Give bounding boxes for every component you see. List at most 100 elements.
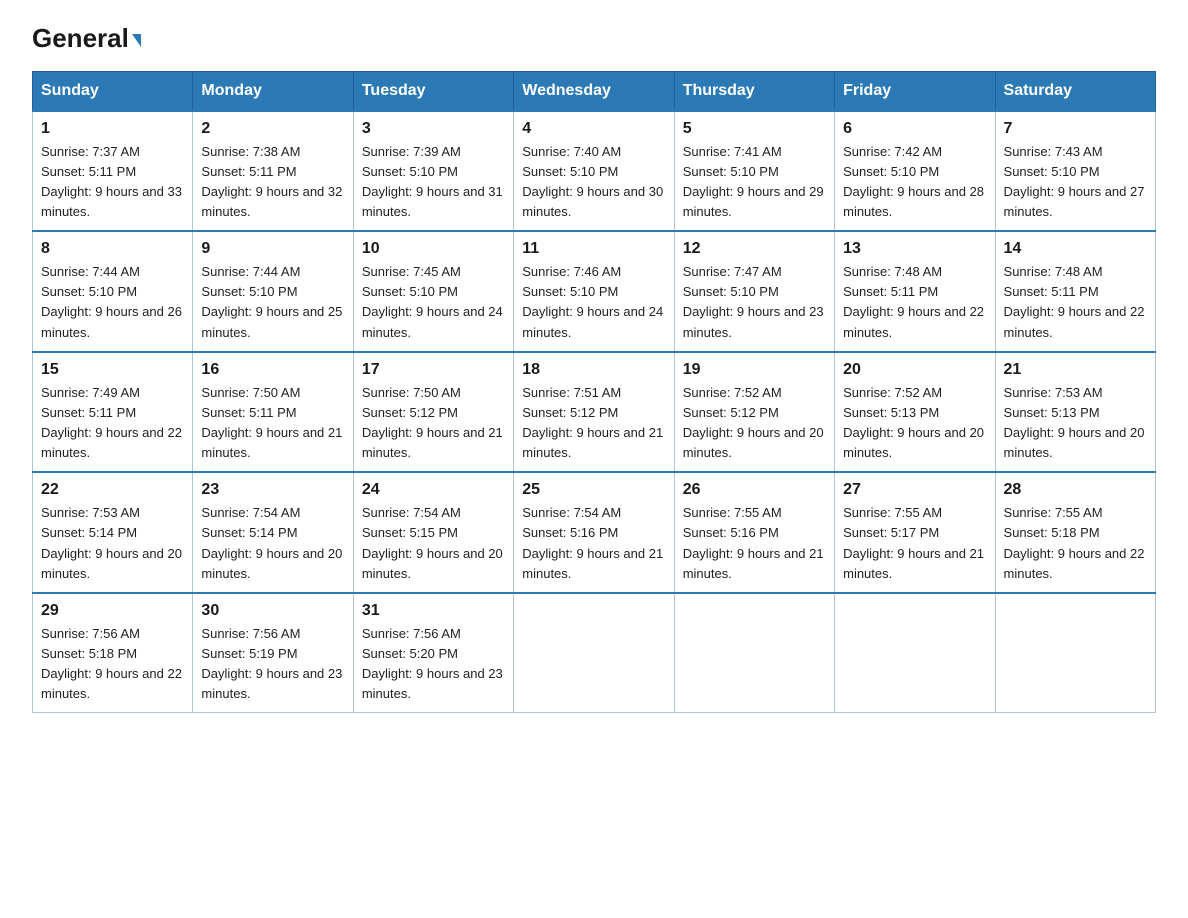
day-number: 1 xyxy=(41,120,184,138)
day-number: 24 xyxy=(362,481,505,499)
day-number: 18 xyxy=(522,361,665,379)
logo: General xyxy=(32,24,141,53)
day-info: Sunrise: 7:49 AMSunset: 5:11 PMDaylight:… xyxy=(41,385,182,460)
day-number: 3 xyxy=(362,120,505,138)
calendar-cell: 2 Sunrise: 7:38 AMSunset: 5:11 PMDaylight… xyxy=(193,111,353,232)
logo-line1: General xyxy=(32,24,141,53)
header-day-sunday: Sunday xyxy=(33,71,193,111)
day-number: 8 xyxy=(41,240,184,258)
calendar-cell: 23Sunrise: 7:54 AMSunset: 5:14 PMDayligh… xyxy=(193,472,353,593)
day-info: Sunrise: 7:45 AMSunset: 5:10 PMDaylight:… xyxy=(362,264,503,339)
day-info: Sunrise: 7:55 AMSunset: 5:18 PMDaylight:… xyxy=(1004,505,1145,580)
header-day-thursday: Thursday xyxy=(674,71,834,111)
day-info: Sunrise: 7:50 AMSunset: 5:11 PMDaylight:… xyxy=(201,385,342,460)
logo-triangle-icon xyxy=(132,34,141,47)
calendar-cell: 12 Sunrise: 7:47 AMSunset: 5:10 PMDayligh… xyxy=(674,231,834,352)
day-info: Sunrise: 7:56 AMSunset: 5:19 PMDaylight:… xyxy=(201,626,342,701)
page-header: General xyxy=(32,24,1156,53)
day-number: 10 xyxy=(362,240,505,258)
calendar-cell: 24 Sunrise: 7:54 AMSunset: 5:15 PMDayligh… xyxy=(353,472,513,593)
calendar-cell: 26 Sunrise: 7:55 AMSunset: 5:16 PMDayligh… xyxy=(674,472,834,593)
header-day-wednesday: Wednesday xyxy=(514,71,674,111)
calendar-table: SundayMondayTuesdayWednesdayThursdayFrid… xyxy=(32,71,1156,714)
calendar-cell: 16 Sunrise: 7:50 AMSunset: 5:11 PMDayligh… xyxy=(193,352,353,473)
day-number: 15 xyxy=(41,361,184,379)
day-number: 16 xyxy=(201,361,344,379)
day-info: Sunrise: 7:44 AMSunset: 5:10 PMDaylight:… xyxy=(201,264,342,339)
day-number: 30 xyxy=(201,602,344,620)
day-info: Sunrise: 7:38 AMSunset: 5:11 PMDaylight:… xyxy=(201,144,342,219)
calendar-cell: 25Sunrise: 7:54 AMSunset: 5:16 PMDayligh… xyxy=(514,472,674,593)
day-info: Sunrise: 7:42 AMSunset: 5:10 PMDaylight:… xyxy=(843,144,984,219)
calendar-cell: 7Sunrise: 7:43 AMSunset: 5:10 PMDaylight… xyxy=(995,111,1155,232)
header-day-friday: Friday xyxy=(835,71,995,111)
calendar-cell: 13Sunrise: 7:48 AMSunset: 5:11 PMDayligh… xyxy=(835,231,995,352)
calendar-cell: 15 Sunrise: 7:49 AMSunset: 5:11 PMDayligh… xyxy=(33,352,193,473)
day-number: 20 xyxy=(843,361,986,379)
calendar-cell: 11Sunrise: 7:46 AMSunset: 5:10 PMDayligh… xyxy=(514,231,674,352)
calendar-header-row: SundayMondayTuesdayWednesdayThursdayFrid… xyxy=(33,71,1156,111)
day-info: Sunrise: 7:52 AMSunset: 5:13 PMDaylight:… xyxy=(843,385,984,460)
calendar-cell: 1 Sunrise: 7:37 AMSunset: 5:11 PMDaylight… xyxy=(33,111,193,232)
day-info: Sunrise: 7:48 AMSunset: 5:11 PMDaylight:… xyxy=(1004,264,1145,339)
day-number: 14 xyxy=(1004,240,1147,258)
calendar-cell: 17 Sunrise: 7:50 AMSunset: 5:12 PMDayligh… xyxy=(353,352,513,473)
day-info: Sunrise: 7:51 AMSunset: 5:12 PMDaylight:… xyxy=(522,385,663,460)
calendar-week-2: 8 Sunrise: 7:44 AMSunset: 5:10 PMDaylight… xyxy=(33,231,1156,352)
day-info: Sunrise: 7:50 AMSunset: 5:12 PMDaylight:… xyxy=(362,385,503,460)
day-number: 27 xyxy=(843,481,986,499)
calendar-cell: 10 Sunrise: 7:45 AMSunset: 5:10 PMDayligh… xyxy=(353,231,513,352)
day-number: 7 xyxy=(1004,120,1147,138)
day-number: 6 xyxy=(843,120,986,138)
day-number: 12 xyxy=(683,240,826,258)
calendar-cell xyxy=(674,593,834,713)
day-number: 25 xyxy=(522,481,665,499)
calendar-cell: 20 Sunrise: 7:52 AMSunset: 5:13 PMDayligh… xyxy=(835,352,995,473)
calendar-cell: 19 Sunrise: 7:52 AMSunset: 5:12 PMDayligh… xyxy=(674,352,834,473)
day-number: 31 xyxy=(362,602,505,620)
calendar-cell xyxy=(835,593,995,713)
day-info: Sunrise: 7:56 AMSunset: 5:20 PMDaylight:… xyxy=(362,626,503,701)
day-number: 2 xyxy=(201,120,344,138)
day-number: 29 xyxy=(41,602,184,620)
calendar-cell xyxy=(514,593,674,713)
day-number: 13 xyxy=(843,240,986,258)
calendar-cell: 9 Sunrise: 7:44 AMSunset: 5:10 PMDaylight… xyxy=(193,231,353,352)
calendar-week-1: 1 Sunrise: 7:37 AMSunset: 5:11 PMDaylight… xyxy=(33,111,1156,232)
day-info: Sunrise: 7:52 AMSunset: 5:12 PMDaylight:… xyxy=(683,385,824,460)
calendar-cell: 21 Sunrise: 7:53 AMSunset: 5:13 PMDayligh… xyxy=(995,352,1155,473)
day-info: Sunrise: 7:47 AMSunset: 5:10 PMDaylight:… xyxy=(683,264,824,339)
day-number: 19 xyxy=(683,361,826,379)
day-number: 28 xyxy=(1004,481,1147,499)
day-number: 26 xyxy=(683,481,826,499)
calendar-cell: 31 Sunrise: 7:56 AMSunset: 5:20 PMDayligh… xyxy=(353,593,513,713)
day-info: Sunrise: 7:55 AMSunset: 5:16 PMDaylight:… xyxy=(683,505,824,580)
day-info: Sunrise: 7:41 AMSunset: 5:10 PMDaylight:… xyxy=(683,144,824,219)
header-day-monday: Monday xyxy=(193,71,353,111)
calendar-cell: 5 Sunrise: 7:41 AMSunset: 5:10 PMDaylight… xyxy=(674,111,834,232)
calendar-cell: 30 Sunrise: 7:56 AMSunset: 5:19 PMDayligh… xyxy=(193,593,353,713)
day-number: 11 xyxy=(522,240,665,258)
calendar-cell: 8Sunrise: 7:44 AMSunset: 5:10 PMDaylight… xyxy=(33,231,193,352)
calendar-cell: 14 Sunrise: 7:48 AMSunset: 5:11 PMDayligh… xyxy=(995,231,1155,352)
header-day-tuesday: Tuesday xyxy=(353,71,513,111)
day-info: Sunrise: 7:37 AMSunset: 5:11 PMDaylight:… xyxy=(41,144,182,219)
day-info: Sunrise: 7:39 AMSunset: 5:10 PMDaylight:… xyxy=(362,144,503,219)
day-number: 9 xyxy=(201,240,344,258)
day-number: 21 xyxy=(1004,361,1147,379)
day-info: Sunrise: 7:54 AMSunset: 5:15 PMDaylight:… xyxy=(362,505,503,580)
calendar-week-3: 15 Sunrise: 7:49 AMSunset: 5:11 PMDayligh… xyxy=(33,352,1156,473)
calendar-cell: 4Sunrise: 7:40 AMSunset: 5:10 PMDaylight… xyxy=(514,111,674,232)
calendar-cell: 28 Sunrise: 7:55 AMSunset: 5:18 PMDayligh… xyxy=(995,472,1155,593)
calendar-cell: 6 Sunrise: 7:42 AMSunset: 5:10 PMDaylight… xyxy=(835,111,995,232)
day-number: 22 xyxy=(41,481,184,499)
day-info: Sunrise: 7:53 AMSunset: 5:13 PMDaylight:… xyxy=(1004,385,1145,460)
calendar-cell: 3 Sunrise: 7:39 AMSunset: 5:10 PMDaylight… xyxy=(353,111,513,232)
day-number: 5 xyxy=(683,120,826,138)
day-info: Sunrise: 7:55 AMSunset: 5:17 PMDaylight:… xyxy=(843,505,984,580)
calendar-cell: 29Sunrise: 7:56 AMSunset: 5:18 PMDayligh… xyxy=(33,593,193,713)
calendar-cell: 27 Sunrise: 7:55 AMSunset: 5:17 PMDayligh… xyxy=(835,472,995,593)
calendar-week-4: 22Sunrise: 7:53 AMSunset: 5:14 PMDayligh… xyxy=(33,472,1156,593)
calendar-cell: 22Sunrise: 7:53 AMSunset: 5:14 PMDayligh… xyxy=(33,472,193,593)
day-number: 17 xyxy=(362,361,505,379)
